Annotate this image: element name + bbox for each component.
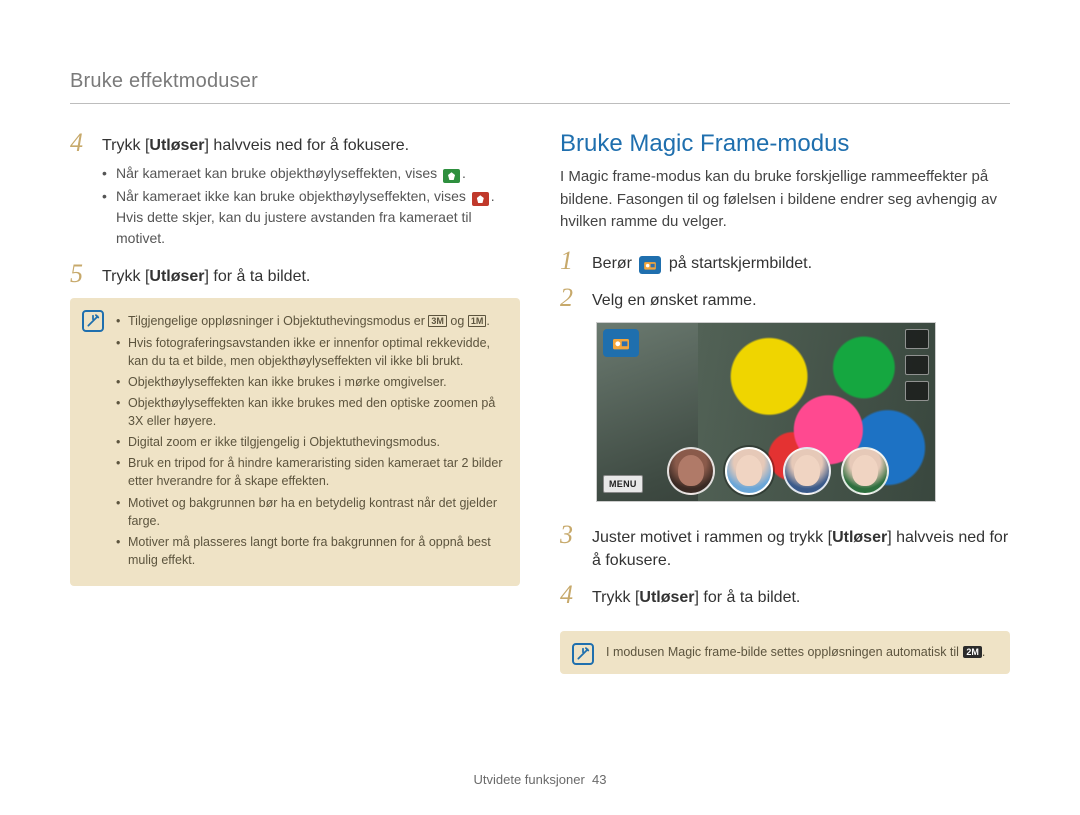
- frame-thumbnail[interactable]: [667, 447, 715, 495]
- step-sub-bullets: Når kameraet kan bruke objekthøylyseffek…: [102, 163, 520, 249]
- right-overlay-stack: [905, 329, 929, 401]
- step-5: 5 Trykk [Utløser] for å ta bildet.: [70, 261, 520, 288]
- frame-thumbnail[interactable]: [783, 447, 831, 495]
- step-body: Trykk [Utløser] for å ta bildet.: [102, 261, 310, 288]
- note-item: Bruk en tripod for å hindre kameraristin…: [116, 454, 504, 490]
- page-footer: Utvidete funksjoner 43: [0, 772, 1080, 787]
- menu-button[interactable]: MENU: [603, 475, 643, 493]
- step-text-pre: Trykk [: [102, 137, 149, 154]
- section-title: Bruke Magic Frame-modus: [560, 130, 1010, 158]
- intro-paragraph: I Magic frame-modus kan du bruke forskje…: [560, 166, 1010, 234]
- step-text: ] for å ta bildet.: [695, 589, 801, 606]
- step-number: 2: [560, 285, 580, 312]
- step-number: 4: [70, 130, 90, 251]
- note-box: I modusen Magic frame-bilde settes opplø…: [560, 631, 1010, 673]
- step-text-post: ] for å ta bildet.: [205, 268, 311, 285]
- note-box: Tilgjengelige oppløsninger i Objektuthev…: [70, 298, 520, 586]
- right-column: Bruke Magic Frame-modus I Magic frame-mo…: [560, 130, 1010, 674]
- note-list: Tilgjengelige oppløsninger i Objektuthev…: [116, 312, 504, 569]
- overlay-icon: [905, 381, 929, 401]
- note-item: Tilgjengelige oppløsninger i Objektuthev…: [116, 312, 504, 330]
- note-text: og: [450, 314, 464, 328]
- step-4-right: 4 Trykk [Utløser] for å ta bildet.: [560, 582, 1010, 609]
- overlay-icon: [905, 355, 929, 375]
- left-column: 4 Trykk [Utløser] halvveis ned for å fok…: [70, 130, 520, 674]
- step-text: Juster motivet i rammen og trykk [: [592, 529, 832, 546]
- step-text: Berør: [592, 255, 632, 272]
- note-item: Motivet og bakgrunnen bør ha en betydeli…: [116, 494, 504, 530]
- mode-indicator-icon: [603, 329, 639, 357]
- step-text-bold: Utløser: [149, 137, 204, 154]
- step-1: 1 Berør på startskjermbildet.: [560, 248, 1010, 275]
- note-item: Hvis fotograferingsavstanden ikke er inn…: [116, 334, 504, 370]
- note-text: I modusen Magic frame-bilde settes opplø…: [606, 645, 959, 659]
- note-item: Digital zoom er ikke tilgjengelig i Obje…: [116, 433, 504, 451]
- step-body: Juster motivet i rammen og trykk [Utløse…: [592, 522, 1010, 572]
- step-text-bold: Utløser: [149, 268, 204, 285]
- magic-frame-mode-icon: [639, 256, 661, 274]
- step-body: Velg en ønsket ramme.: [592, 285, 757, 312]
- step-number: 1: [560, 248, 580, 275]
- step-text: Trykk [: [592, 589, 639, 606]
- bullet-text: Når kameraet kan bruke objekthøylyseffek…: [116, 165, 437, 181]
- two-column-layout: 4 Trykk [Utløser] halvveis ned for å fok…: [70, 130, 1010, 674]
- sub-bullet: Når kameraet kan bruke objekthøylyseffek…: [102, 163, 520, 184]
- step-number: 5: [70, 261, 90, 288]
- manual-page: Bruke effektmoduser 4 Trykk [Utløser] ha…: [0, 0, 1080, 815]
- note-icon: [82, 310, 104, 332]
- step-2: 2 Velg en ønsket ramme.: [560, 285, 1010, 312]
- step-text-pre: Trykk [: [102, 268, 149, 285]
- camera-preview: MENU: [596, 322, 936, 502]
- step-text-bold: Utløser: [639, 589, 694, 606]
- note-item: Objekthøylyseffekten kan ikke brukes med…: [116, 394, 504, 430]
- note-item: Motiver må plasseres langt borte fra bak…: [116, 533, 504, 569]
- note-icon: [572, 643, 594, 665]
- step-text: på startskjermbildet.: [669, 255, 812, 272]
- note-item: Objekthøylyseffekten kan ikke brukes i m…: [116, 373, 504, 391]
- bullet-text: Når kameraet ikke kan bruke objekthøylys…: [116, 188, 466, 204]
- frame-thumbnails: [667, 447, 889, 495]
- footer-label: Utvidete funksjoner: [474, 772, 585, 787]
- step-3: 3 Juster motivet i rammen og trykk [Utlø…: [560, 522, 1010, 572]
- step-number: 3: [560, 522, 580, 572]
- bullet-text-cont: Hvis dette skjer, kan du justere avstand…: [116, 209, 472, 246]
- frame-thumbnail-selected[interactable]: [725, 447, 773, 495]
- page-number: 43: [592, 772, 606, 787]
- step-text-post: ] halvveis ned for å fokusere.: [205, 137, 410, 154]
- step-body: Trykk [Utløser] for å ta bildet.: [592, 582, 800, 609]
- breadcrumb: Bruke effektmoduser: [70, 70, 1010, 104]
- note-text: Tilgjengelige oppløsninger i Objektuthev…: [128, 314, 425, 328]
- step-body: Trykk [Utløser] halvveis ned for å fokus…: [102, 130, 520, 251]
- resolution-glyph: 3M: [428, 315, 447, 327]
- focus-ok-icon: [443, 169, 460, 183]
- frame-thumbnail[interactable]: [841, 447, 889, 495]
- resolution-glyph: 1M: [468, 315, 487, 327]
- step-text-bold: Utløser: [832, 529, 887, 546]
- resolution-glyph: 2M: [963, 646, 982, 658]
- focus-fail-icon: [472, 192, 489, 206]
- step-4: 4 Trykk [Utløser] halvveis ned for å fok…: [70, 130, 520, 251]
- sub-bullet: Når kameraet ikke kan bruke objekthøylys…: [102, 186, 520, 249]
- step-number: 4: [560, 582, 580, 609]
- overlay-icon: [905, 329, 929, 349]
- step-body: Berør på startskjermbildet.: [592, 248, 812, 275]
